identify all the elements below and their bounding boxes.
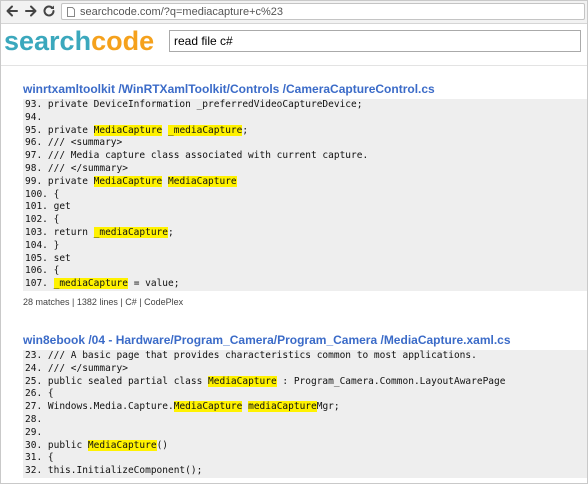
code-text: = value; bbox=[127, 278, 180, 290]
code-line: 27. Windows.Media.Capture.MediaCapture m… bbox=[23, 401, 587, 414]
code-line: 26. { bbox=[23, 388, 587, 401]
code-text: Mgr; bbox=[316, 401, 340, 413]
browser-toolbar: searchcode.com/?q=mediacapture+c%23 bbox=[1, 1, 587, 24]
highlighted-match: MediaCapture bbox=[168, 175, 237, 187]
code-text: 29. bbox=[25, 426, 43, 438]
code-line: 95. private MediaCapture _mediaCapture; bbox=[23, 124, 587, 138]
highlighted-match: _mediaCapture bbox=[168, 124, 243, 136]
highlighted-match: _mediaCapture bbox=[93, 226, 168, 238]
code-text: 24. /// </summary> bbox=[25, 362, 128, 374]
code-line: 101. get bbox=[23, 201, 587, 214]
code-line: 25. public sealed partial class MediaCap… bbox=[23, 375, 587, 389]
code-line: 105. set bbox=[23, 253, 587, 266]
highlighted-match: MediaCapture bbox=[173, 401, 243, 413]
search-result: winrtxamltoolkit /WinRTXamlToolkit/Contr… bbox=[23, 81, 587, 308]
address-bar[interactable]: searchcode.com/?q=mediacapture+c%23 bbox=[61, 3, 585, 20]
code-text: 105. set bbox=[25, 252, 71, 264]
search-result: win8ebook /04 - Hardware/Program_Camera/… bbox=[23, 332, 587, 478]
header-divider bbox=[1, 65, 587, 66]
highlighted-match: MediaCapture bbox=[93, 175, 163, 187]
code-line: 94. bbox=[23, 112, 587, 125]
code-line: 28. bbox=[23, 414, 587, 427]
code-line: 29. bbox=[23, 427, 587, 440]
code-snippet: 93. private DeviceInformation _preferred… bbox=[23, 99, 587, 291]
code-line: 23. /// A basic page that provides chara… bbox=[23, 350, 587, 363]
code-line: 103. return _mediaCapture; bbox=[23, 226, 587, 240]
highlighted-match: mediaCapture bbox=[248, 401, 317, 413]
code-line: 24. /// </summary> bbox=[23, 363, 587, 376]
code-snippet: 23. /// A basic page that provides chara… bbox=[23, 350, 587, 478]
forward-arrow-icon[interactable] bbox=[23, 3, 39, 19]
back-arrow-icon[interactable] bbox=[4, 3, 20, 19]
code-text: ; bbox=[242, 124, 249, 136]
code-text: 94. bbox=[25, 111, 43, 123]
code-text: 107. bbox=[25, 278, 54, 290]
code-text: () bbox=[156, 439, 169, 451]
code-text: 101. get bbox=[25, 201, 71, 213]
code-text: 93. private DeviceInformation _preferred… bbox=[25, 99, 363, 110]
code-line: 30. public MediaCapture() bbox=[23, 439, 587, 453]
code-line: 98. /// </summary> bbox=[23, 163, 587, 176]
code-line: 96. /// <summary> bbox=[23, 137, 587, 150]
code-text: 32. this.InitializeComponent(); bbox=[25, 465, 203, 477]
code-text: 23. /// A basic page that provides chara… bbox=[25, 350, 477, 361]
code-text: 95. private bbox=[25, 124, 94, 136]
search-input[interactable]: read file c# bbox=[169, 30, 581, 52]
highlighted-match: _mediaCapture bbox=[53, 278, 128, 290]
result-title-link[interactable]: winrtxamltoolkit /WinRTXamlToolkit/Contr… bbox=[23, 81, 587, 97]
result-title-link[interactable]: win8ebook /04 - Hardware/Program_Camera/… bbox=[23, 332, 587, 348]
code-text: 96. /// <summary> bbox=[25, 137, 123, 149]
code-line: 99. private MediaCapture MediaCapture bbox=[23, 175, 587, 189]
code-text: ; bbox=[168, 226, 174, 238]
code-line: 31. { bbox=[23, 452, 587, 465]
highlighted-match: MediaCapture bbox=[87, 439, 157, 451]
logo-search-text: search bbox=[4, 26, 92, 56]
code-text: 98. /// </summary> bbox=[25, 162, 128, 174]
reload-icon[interactable] bbox=[41, 3, 57, 19]
code-text: 30. public bbox=[25, 439, 88, 451]
code-text: 100. { bbox=[25, 188, 60, 200]
highlighted-match: MediaCapture bbox=[208, 375, 277, 387]
code-text: 102. { bbox=[25, 214, 60, 226]
code-text: 28. bbox=[25, 413, 43, 425]
code-line: 106. { bbox=[23, 265, 587, 278]
code-line: 93. private DeviceInformation _preferred… bbox=[23, 99, 587, 112]
url-text: searchcode.com/?q=mediacapture+c%23 bbox=[80, 6, 284, 18]
code-text: 97. /// Media capture class associated w… bbox=[25, 150, 369, 162]
code-text: 106. { bbox=[25, 265, 60, 277]
code-text: 104. } bbox=[25, 239, 60, 251]
code-line: 100. { bbox=[23, 189, 587, 202]
code-line: 32. this.InitializeComponent(); bbox=[23, 465, 587, 478]
code-text: 31. { bbox=[25, 452, 54, 464]
code-line: 107. _mediaCapture = value; bbox=[23, 278, 587, 291]
result-meta: 28 matches | 1382 lines | C# | CodePlex bbox=[23, 296, 184, 307]
code-line: 97. /// Media capture class associated w… bbox=[23, 150, 587, 163]
code-text: 103. return bbox=[25, 226, 94, 238]
code-line: 102. { bbox=[23, 214, 587, 227]
page-icon bbox=[67, 7, 75, 17]
code-line: 104. } bbox=[23, 240, 587, 253]
searchcode-logo[interactable]: searchcode bbox=[4, 25, 154, 57]
code-text: 27. Windows.Media.Capture. bbox=[25, 401, 174, 413]
highlighted-match: MediaCapture bbox=[93, 124, 163, 136]
code-text: 26. { bbox=[25, 388, 54, 400]
code-text: 99. private bbox=[25, 175, 94, 187]
code-text: 25. public sealed partial class bbox=[25, 375, 209, 387]
logo-code-text: code bbox=[91, 26, 155, 56]
code-text: : Program_Camera.Common.LayoutAwarePage bbox=[276, 375, 506, 387]
